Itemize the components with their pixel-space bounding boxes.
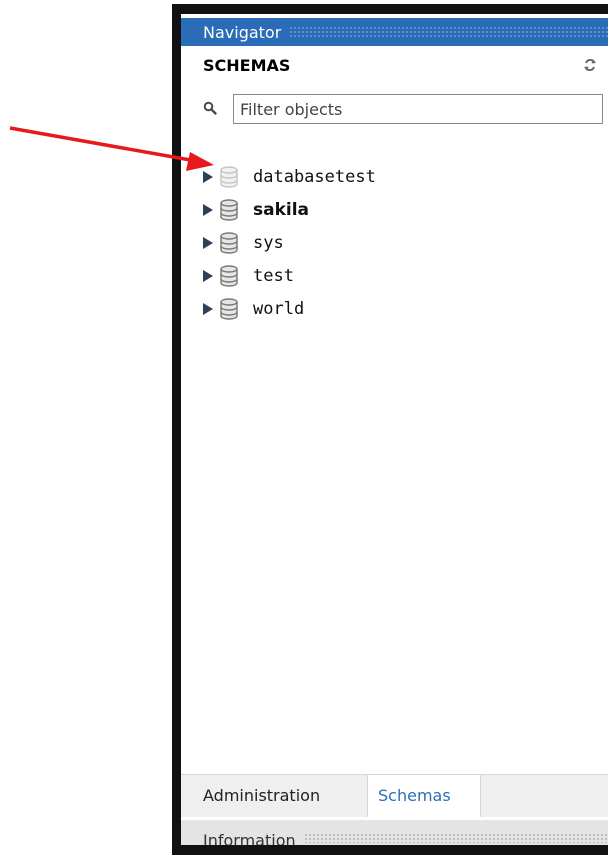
schema-item-label: sakila: [253, 199, 310, 220]
schema-item[interactable]: sys: [203, 226, 376, 259]
expand-arrow-icon[interactable]: [203, 236, 213, 249]
schema-item-label: databasetest: [253, 166, 376, 187]
tab-schemas[interactable]: Schemas: [367, 775, 481, 817]
schema-item[interactable]: sakila: [203, 193, 376, 226]
navigator-tab-bar: Administration Schemas: [181, 774, 608, 817]
search-icon: [203, 101, 217, 115]
refresh-icon[interactable]: [583, 58, 597, 72]
database-icon: [220, 198, 238, 221]
information-header: Information: [181, 820, 608, 845]
header-grip: [289, 26, 608, 38]
schemas-label: SCHEMAS: [203, 56, 291, 75]
schemas-header: SCHEMAS: [181, 48, 608, 80]
schema-item[interactable]: databasetest: [203, 160, 376, 193]
information-grip: [303, 833, 608, 843]
expand-arrow-icon[interactable]: [203, 269, 213, 282]
tab-administration[interactable]: Administration: [193, 775, 330, 817]
database-icon: [220, 264, 238, 287]
navigator-header: Navigator: [181, 18, 608, 46]
filter-row: [181, 94, 608, 124]
expand-arrow-icon[interactable]: [203, 302, 213, 315]
information-label: Information: [203, 831, 296, 846]
database-icon: [220, 231, 238, 254]
database-icon: [220, 297, 238, 320]
schema-item-label: test: [253, 265, 294, 286]
navigator-title: Navigator: [203, 22, 282, 42]
schema-item-label: world: [253, 298, 305, 319]
schema-item[interactable]: test: [203, 259, 376, 292]
navigator-panel: Navigator SCHEMAS databasetest sakila sys t…: [181, 14, 608, 845]
database-icon: [220, 165, 238, 188]
expand-arrow-icon[interactable]: [203, 170, 213, 183]
schema-tree: databasetest sakila sys test world: [203, 160, 376, 325]
schema-item-label: sys: [253, 232, 284, 253]
schema-item[interactable]: world: [203, 292, 376, 325]
expand-arrow-icon[interactable]: [203, 203, 213, 216]
filter-objects-input[interactable]: [233, 94, 603, 124]
